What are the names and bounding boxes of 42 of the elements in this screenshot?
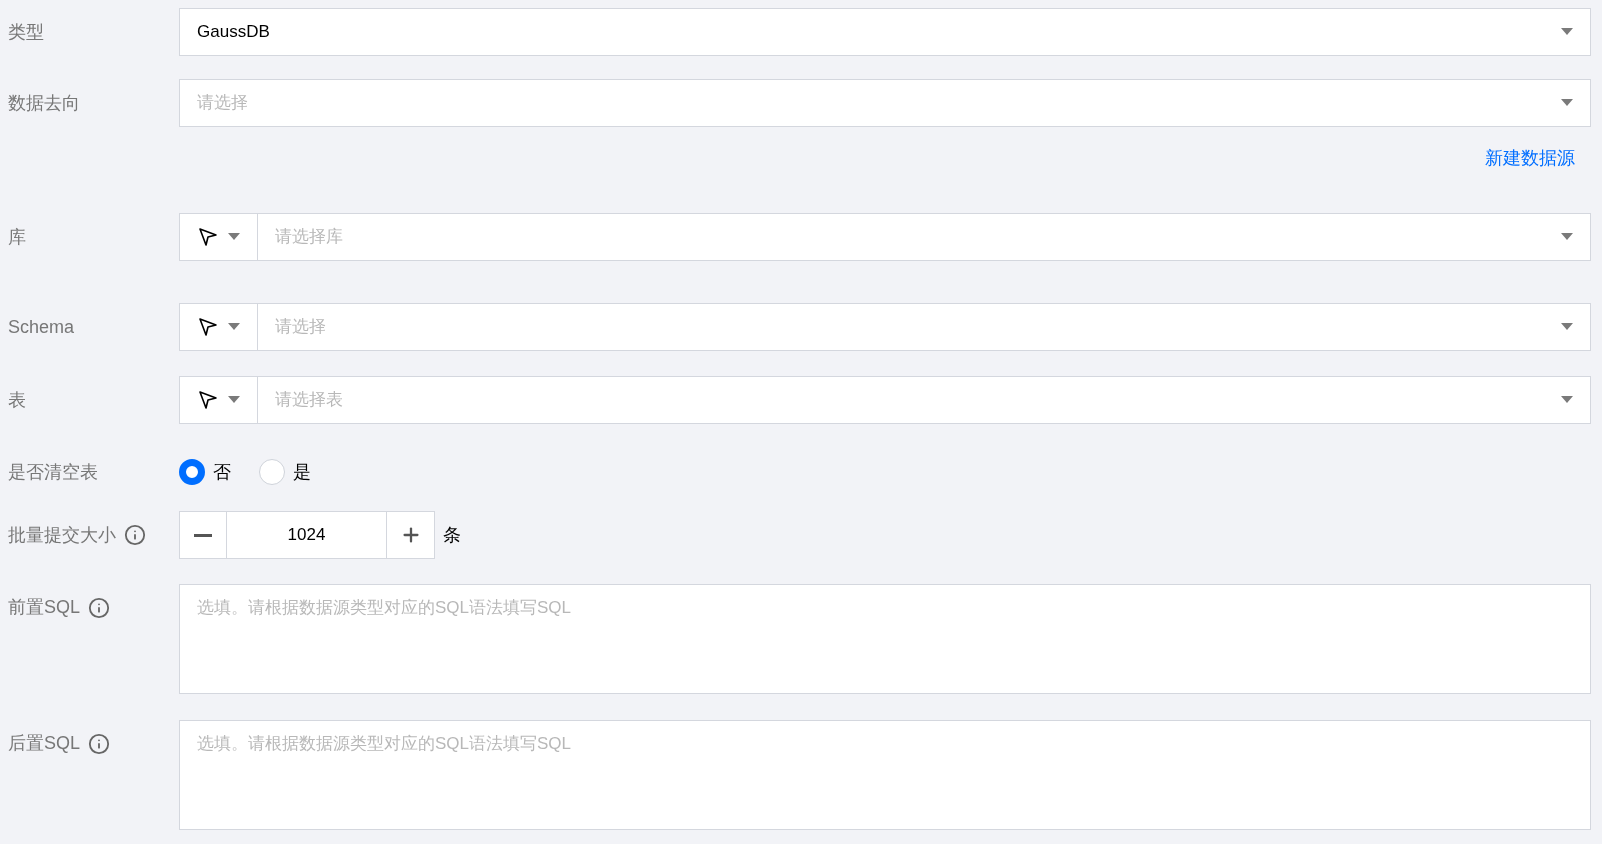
caret-icon [1561,233,1573,241]
select-field[interactable]: 请选择库 [258,213,1591,261]
caret-icon [1561,99,1573,107]
info-icon[interactable] [88,732,111,755]
number-field[interactable]: 1024 [227,511,386,559]
mode-picker[interactable] [179,213,258,261]
field-label: 库 [8,225,26,249]
mode-picker[interactable] [179,376,258,424]
select-field[interactable]: 请选择表 [258,376,1591,424]
field-label: 类型 [8,20,44,44]
select-field[interactable]: 请选择 [179,79,1591,127]
cursor-arrow-icon [197,390,218,410]
sql-input-field[interactable]: 选填。请根据数据源类型对应的SQL语法填写SQL [179,584,1591,694]
field-label: 数据去向 [8,91,80,115]
cursor-arrow-icon [197,317,218,337]
radio-label: 是 [293,460,311,484]
sql-input-field[interactable]: 选填。请根据数据源类型对应的SQL语法填写SQL [179,720,1591,830]
field-label: Schema [8,315,75,339]
info-icon[interactable] [124,524,146,546]
field-label: 是否清空表 [8,460,98,484]
field-label: 批量提交大小 [8,523,116,547]
field-label: 表 [8,388,26,412]
caret-icon [1561,396,1573,404]
caret-icon [227,233,240,241]
mode-picker[interactable] [179,303,258,351]
caret-icon [1561,28,1573,36]
increment-button[interactable] [386,511,435,559]
new-datasource-link[interactable]: 新建数据源 [1485,145,1575,170]
caret-icon [227,396,240,404]
cursor-arrow-icon [197,227,218,247]
info-icon[interactable] [88,596,111,619]
caret-icon [227,323,240,331]
radio-label: 否 [213,460,231,484]
select-field[interactable]: 请选择 [258,303,1591,351]
unit-label: 条 [443,523,461,547]
radio-button[interactable] [179,459,205,485]
decrement-button[interactable] [179,511,227,559]
field-label: 后置SQL [8,732,81,755]
select-field[interactable]: GaussDB [179,8,1591,56]
minus-icon [194,533,212,537]
caret-icon [1561,323,1573,331]
field-label: 前置SQL [8,596,81,619]
